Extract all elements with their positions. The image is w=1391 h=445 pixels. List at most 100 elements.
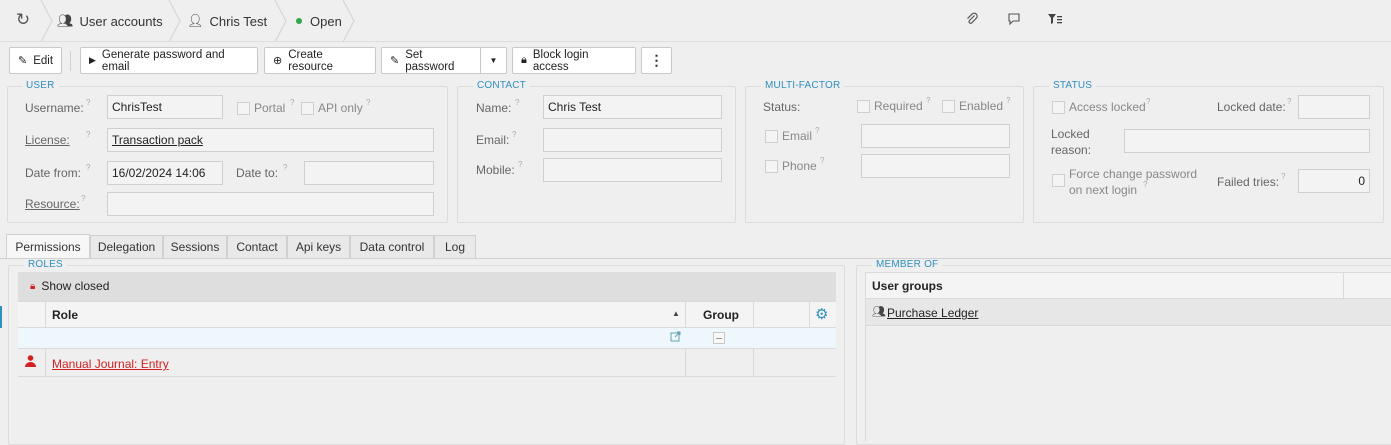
column-header-group[interactable]: Group xyxy=(703,308,739,322)
filter-list-icon[interactable] xyxy=(1046,12,1064,30)
block-login-button[interactable]: 🔒︎ Block login access xyxy=(512,47,636,74)
tab-label: Delegation xyxy=(97,240,156,254)
tabs-baseline xyxy=(0,258,1391,259)
mfa-email-label: Email xyxy=(782,129,813,143)
help-icon: ? xyxy=(815,126,820,135)
generate-password-button[interactable]: ▶ Generate password and email xyxy=(80,47,258,74)
help-icon: ? xyxy=(515,98,520,107)
mobile-label: Mobile: xyxy=(476,163,515,177)
breadcrumb-separator xyxy=(342,0,356,42)
force-change-label: on next login xyxy=(1069,183,1138,197)
date-from-field[interactable]: 16/02/2024 14:06 xyxy=(107,161,223,185)
caret-down-icon: ▼ xyxy=(489,56,498,65)
tab-log[interactable]: Log xyxy=(434,235,476,258)
pencil-icon: ✎ xyxy=(390,55,400,67)
breadcrumb-separator xyxy=(168,0,182,42)
mfa-required-checkbox[interactable] xyxy=(857,100,870,113)
generate-label: Generate password and email xyxy=(101,48,225,73)
paperclip-icon[interactable] xyxy=(963,12,981,30)
tab-label: Api keys xyxy=(295,240,342,254)
date-to-field[interactable] xyxy=(304,161,434,185)
breadcrumb-separator xyxy=(274,0,288,42)
help-icon: ? xyxy=(366,98,371,107)
set-password-dropdown[interactable]: ▼ xyxy=(480,47,507,74)
status-dot xyxy=(296,18,302,24)
tab-contact[interactable]: Contact xyxy=(227,235,287,258)
mfa-enabled-checkbox[interactable] xyxy=(942,100,955,113)
tab-data-control[interactable]: Data control xyxy=(350,235,434,258)
create-resource-button[interactable]: ⊕ Create resource xyxy=(264,47,376,74)
locked-date-field[interactable] xyxy=(1298,95,1370,119)
resource-field[interactable] xyxy=(107,192,434,216)
help-icon: ? xyxy=(81,194,86,203)
set-password-button[interactable]: ✎ Set password xyxy=(381,47,481,74)
edit-label: Edit xyxy=(33,54,54,67)
mobile-field[interactable] xyxy=(543,158,722,182)
user-role-icon xyxy=(25,355,36,367)
breadcrumb-chris-test[interactable]: 👤︎ Chris Test xyxy=(187,0,267,42)
roles-legend: ROLES xyxy=(24,259,67,270)
name-value: Chris Test xyxy=(548,100,602,114)
help-icon: ? xyxy=(283,163,288,172)
mfa-status-label: Status: xyxy=(763,100,801,114)
help-icon: ? xyxy=(820,156,825,165)
tab-sessions[interactable]: Sessions xyxy=(163,235,227,258)
tab-delegation[interactable]: Delegation xyxy=(90,235,163,258)
user-legend: USER xyxy=(22,80,59,91)
mfa-phone-checkbox[interactable] xyxy=(765,160,778,173)
status-label: Open xyxy=(310,13,342,29)
breadcrumb-user-accounts[interactable]: 👥︎ User accounts xyxy=(57,0,163,42)
breadcrumb-separator xyxy=(40,0,54,42)
panel-accent xyxy=(0,306,2,328)
mfa-email-checkbox[interactable] xyxy=(765,130,778,143)
date-from-label: Date from: xyxy=(25,166,82,180)
locked-reason-field[interactable] xyxy=(1124,129,1370,153)
comment-icon[interactable] xyxy=(1005,12,1023,30)
contact-legend: CONTACT xyxy=(473,80,530,91)
show-closed-toggle[interactable]: 🔒︎ Show closed xyxy=(30,279,109,293)
name-field[interactable]: Chris Test xyxy=(543,95,722,119)
tab-permissions[interactable]: Permissions xyxy=(6,234,90,258)
portal-checkbox[interactable] xyxy=(237,102,250,115)
date-to-label: Date to: xyxy=(236,166,279,180)
user-group-icon: 👥︎ xyxy=(57,13,74,28)
create-resource-label: Create resource xyxy=(288,48,333,73)
mfa-legend: MULTI-FACTOR xyxy=(761,80,845,91)
api-only-label: API only xyxy=(318,101,363,115)
access-locked-checkbox[interactable] xyxy=(1052,101,1065,114)
email-field[interactable] xyxy=(543,128,722,152)
license-field[interactable]: Transaction pack xyxy=(107,128,434,152)
tab-label: Data control xyxy=(359,240,425,254)
help-icon: ? xyxy=(86,130,91,139)
edit-button[interactable]: ✎ Edit xyxy=(9,47,62,74)
breadcrumb-label: User accounts xyxy=(79,13,163,29)
help-icon: ? xyxy=(1281,172,1286,181)
refresh-icon[interactable]: ↻ xyxy=(14,11,32,29)
tab-label: Log xyxy=(444,240,466,254)
license-value[interactable]: Transaction pack xyxy=(112,133,203,147)
column-header-user-groups[interactable]: User groups xyxy=(872,279,943,293)
api-only-checkbox[interactable] xyxy=(301,102,314,115)
locked-date-label: Locked date: xyxy=(1217,100,1286,114)
help-icon: ? xyxy=(1006,96,1011,105)
license-label[interactable]: License: xyxy=(25,133,70,147)
role-link[interactable]: Manual Journal: Entry xyxy=(52,357,169,371)
mfa-phone-label: Phone xyxy=(782,159,817,173)
column-settings-gear-icon[interactable]: ⚙ xyxy=(815,305,828,323)
group-filter-checkbox[interactable] xyxy=(713,332,725,344)
failed-tries-field[interactable]: 0 xyxy=(1298,169,1370,193)
member-of-header-row xyxy=(865,272,1391,299)
sort-asc-icon[interactable]: ▲ xyxy=(672,309,680,318)
open-external-icon[interactable] xyxy=(670,331,681,342)
force-change-checkbox[interactable] xyxy=(1052,174,1065,187)
resource-label[interactable]: Resource: xyxy=(25,197,80,211)
help-icon: ? xyxy=(518,160,523,169)
tab-api-keys[interactable]: Api keys xyxy=(287,235,350,258)
mfa-phone-field[interactable] xyxy=(861,154,1010,178)
column-header-role[interactable]: Role xyxy=(52,308,78,322)
mfa-email-field[interactable] xyxy=(861,124,1010,148)
username-field[interactable]: ChrisTest xyxy=(107,95,223,119)
more-actions-button[interactable]: ⋮ xyxy=(641,47,672,74)
user-group-link[interactable]: Purchase Ledger xyxy=(887,306,978,320)
set-password-label: Set password xyxy=(405,48,455,73)
